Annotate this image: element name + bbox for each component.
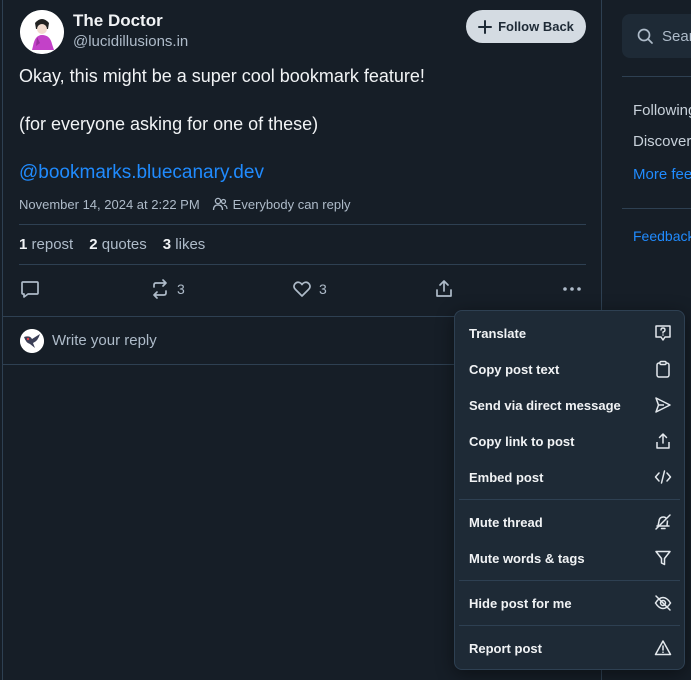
- reposts-stat[interactable]: 1 repost: [19, 236, 73, 253]
- menu-item-label: Translate: [469, 325, 527, 341]
- reply-placeholder: Write your reply: [52, 332, 157, 349]
- menu-item-copy-post-text[interactable]: Copy post text: [455, 351, 684, 387]
- translate-icon: [655, 325, 671, 341]
- menu-item-translate[interactable]: Translate: [455, 315, 684, 351]
- share-button[interactable]: [433, 278, 455, 300]
- feed-link-following[interactable]: Following: [633, 102, 691, 119]
- like-button[interactable]: 3: [291, 278, 327, 300]
- author-name[interactable]: The Doctor: [73, 11, 163, 31]
- quotes-stat[interactable]: 2 quotes: [89, 236, 147, 253]
- menu-item-copy-link[interactable]: Copy link to post: [455, 423, 684, 459]
- divider: [622, 208, 691, 209]
- post-text-line-2: (for everyone asking for one of these): [19, 114, 319, 134]
- menu-item-send-via-dm[interactable]: Send via direct message: [455, 387, 684, 423]
- menu-divider: [459, 499, 680, 500]
- author-avatar[interactable]: [20, 10, 64, 54]
- post-stats: 1 repost 2 quotes 3 likes: [19, 236, 205, 253]
- eye-off-icon: [654, 595, 672, 611]
- divider: [19, 264, 586, 265]
- feedback-link[interactable]: Feedback: [633, 228, 691, 244]
- author-handle[interactable]: @lucidillusions.in: [73, 33, 188, 50]
- menu-item-label: Mute words & tags: [469, 550, 585, 566]
- menu-item-embed-post[interactable]: Embed post: [455, 459, 684, 495]
- menu-divider: [459, 625, 680, 626]
- my-avatar: [20, 329, 44, 353]
- bell-off-icon: [655, 514, 671, 530]
- feed-link-discover[interactable]: Discover: [633, 133, 691, 150]
- menu-item-mute-words[interactable]: Mute words & tags: [455, 540, 684, 576]
- menu-item-label: Copy link to post: [469, 433, 575, 449]
- menu-item-label: Copy post text: [469, 361, 560, 377]
- likes-stat[interactable]: 3 likes: [163, 236, 206, 253]
- search-icon: [637, 28, 653, 44]
- warning-icon: [654, 640, 672, 656]
- menu-item-hide-post[interactable]: Hide post for me: [455, 585, 684, 621]
- repost-icon: [153, 279, 167, 299]
- follow-back-button[interactable]: Follow Back: [466, 10, 586, 43]
- more-feeds-link[interactable]: More feeds: [633, 166, 691, 183]
- like-count: 3: [319, 281, 327, 297]
- search-placeholder: Search: [662, 27, 691, 45]
- more-options-button[interactable]: [561, 278, 583, 300]
- menu-item-label: Report post: [469, 640, 542, 656]
- clipboard-icon: [656, 360, 670, 378]
- share-icon: [436, 280, 452, 297]
- menu-item-report-post[interactable]: Report post: [455, 630, 684, 666]
- follow-back-label: Follow Back: [498, 19, 574, 34]
- post-meta: November 14, 2024 at 2:22 PM Everybody c…: [19, 196, 350, 212]
- search-input[interactable]: Search: [622, 14, 691, 58]
- menu-item-label: Hide post for me: [469, 595, 572, 611]
- repost-count: 3: [177, 281, 185, 297]
- menu-item-label: Mute thread: [469, 514, 543, 530]
- menu-item-mute-thread[interactable]: Mute thread: [455, 504, 684, 540]
- repost-button[interactable]: 3: [149, 278, 185, 300]
- post-mention-link[interactable]: @bookmarks.bluecanary.dev: [19, 162, 264, 184]
- code-icon: [654, 470, 672, 484]
- plus-icon: [478, 19, 493, 34]
- menu-divider: [459, 580, 680, 581]
- send-icon: [655, 397, 671, 413]
- menu-item-label: Embed post: [469, 469, 544, 485]
- comment-icon: [21, 281, 39, 298]
- share-icon: [656, 433, 670, 449]
- divider: [622, 76, 691, 77]
- reply-setting[interactable]: Everybody can reply: [233, 197, 351, 212]
- filter-icon: [655, 550, 671, 566]
- post-actions: 3 3: [19, 278, 587, 302]
- people-icon: [212, 197, 228, 211]
- post-options-menu: Translate Copy post text Send via direct…: [454, 310, 685, 670]
- ellipsis-icon: [563, 287, 581, 291]
- heart-icon: [293, 281, 311, 297]
- divider: [19, 224, 586, 225]
- reply-button[interactable]: [19, 278, 41, 300]
- post-timestamp[interactable]: November 14, 2024 at 2:22 PM: [19, 197, 200, 212]
- menu-item-label: Send via direct message: [469, 397, 621, 413]
- post-text-line-1: Okay, this might be a super cool bookmar…: [19, 66, 425, 86]
